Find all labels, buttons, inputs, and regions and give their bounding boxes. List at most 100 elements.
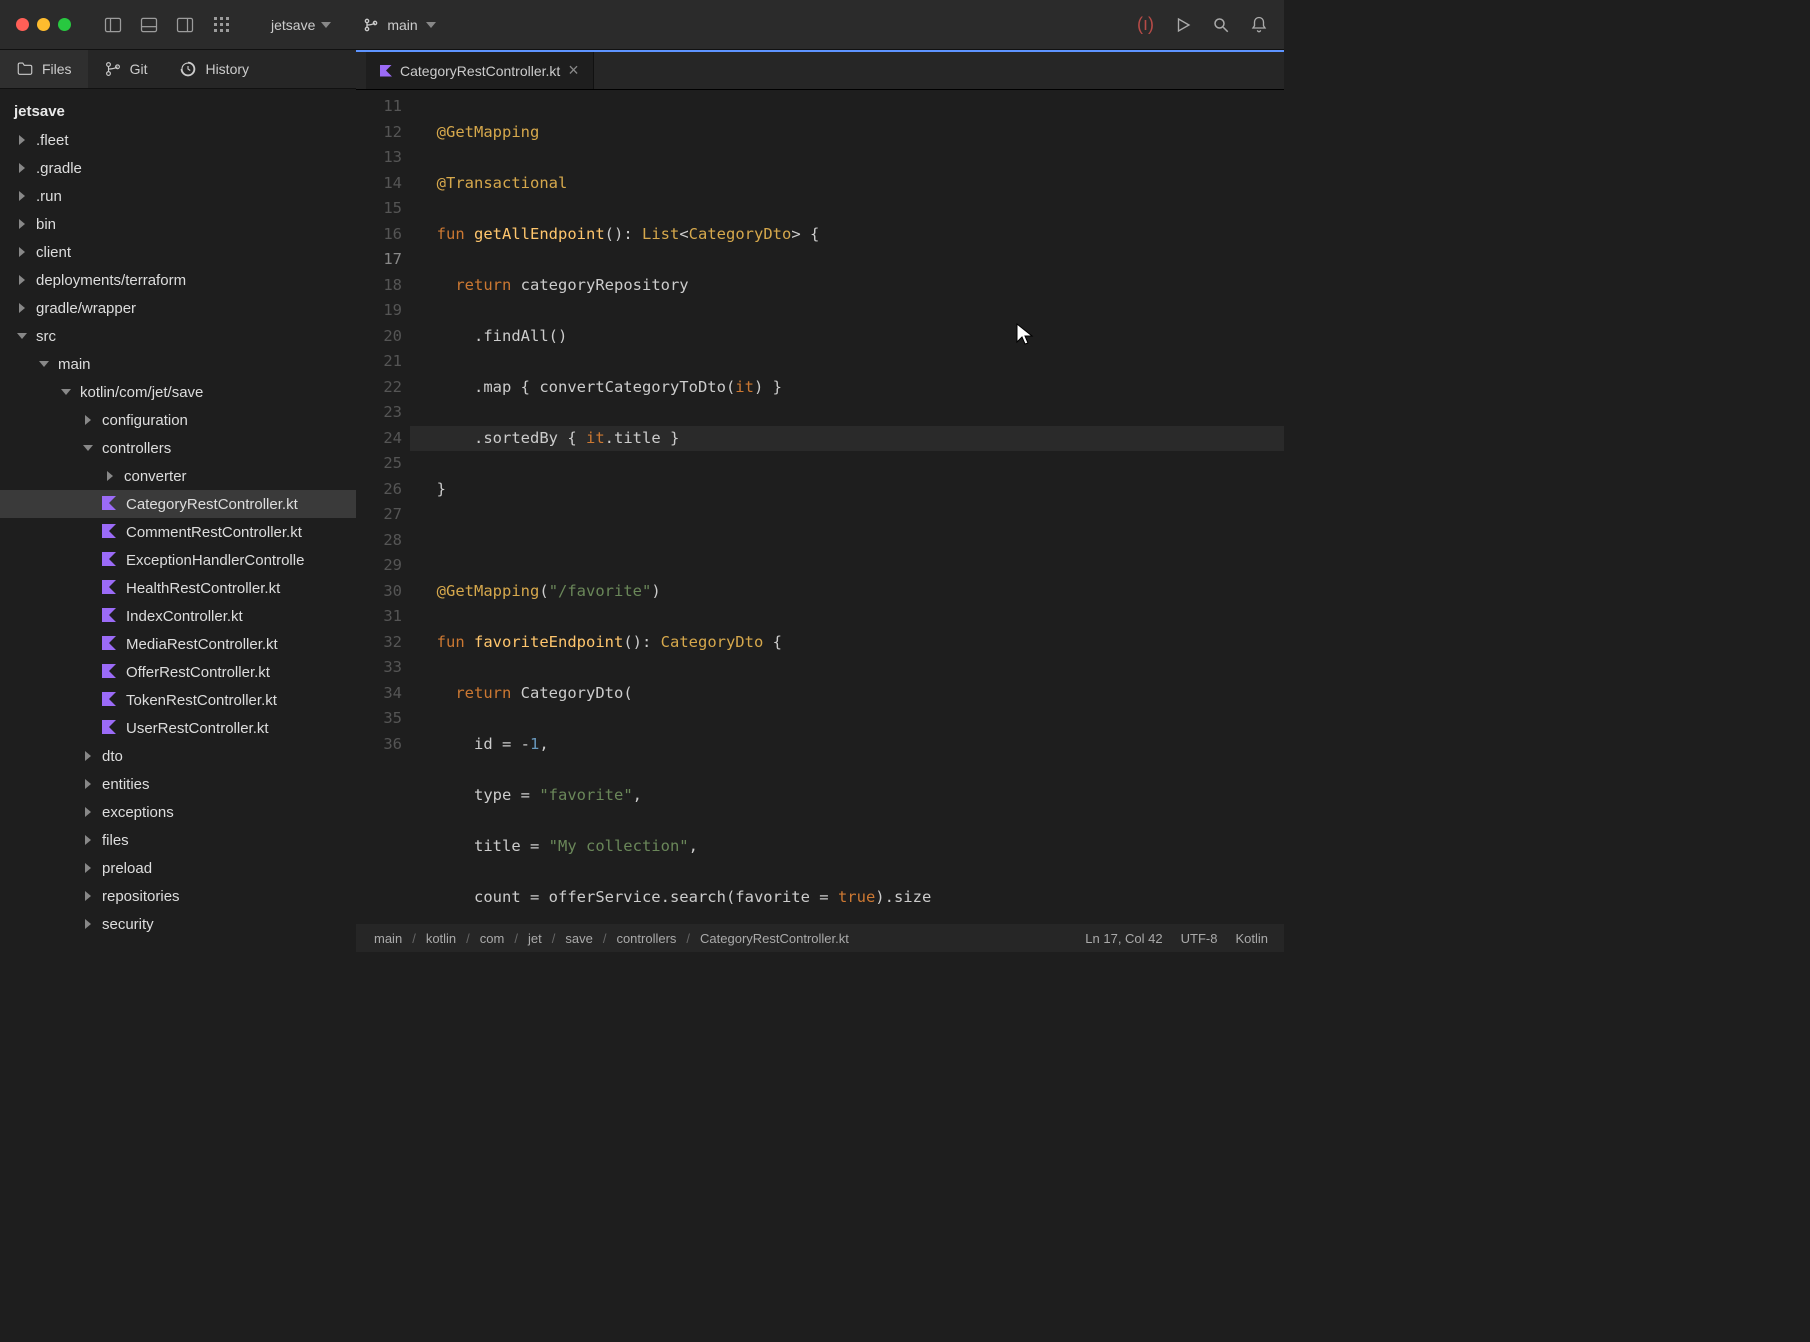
titlebar: jetsave main (ı) [0, 0, 1284, 50]
tree-folder[interactable]: .gradle [0, 154, 356, 182]
tree-folder[interactable]: converter [0, 462, 356, 490]
panel-right-icon[interactable] [175, 15, 195, 35]
close-tab-icon[interactable]: × [568, 60, 579, 81]
panel-bottom-icon[interactable] [139, 15, 159, 35]
panel-tab-history[interactable]: History [163, 50, 265, 88]
chevron-right-icon[interactable] [80, 748, 96, 764]
tree-file[interactable]: TokenRestController.kt [0, 686, 356, 714]
panel-tab-git[interactable]: Git [88, 50, 164, 88]
chevron-right-icon[interactable] [80, 860, 96, 876]
panel-tab-label: Git [130, 61, 148, 77]
chevron-right-icon[interactable] [80, 888, 96, 904]
chevron-right-icon[interactable] [14, 160, 30, 176]
folder-icon [16, 60, 34, 78]
main: Files Git History jetsave .fleet .gradle… [0, 50, 1284, 952]
branch-name: main [387, 17, 417, 33]
tree-folder[interactable]: preload [0, 854, 356, 882]
search-icon[interactable] [1212, 16, 1230, 34]
panel-tabs: Files Git History [0, 50, 356, 89]
branch-dropdown[interactable]: main [363, 17, 435, 33]
chevron-right-icon[interactable] [14, 300, 30, 316]
kotlin-file-icon [102, 636, 118, 652]
tree-folder[interactable]: src [0, 322, 356, 350]
tree-folder[interactable]: main [0, 350, 356, 378]
run-icon[interactable] [1174, 16, 1192, 34]
tree-folder[interactable]: kotlin/com/jet/save [0, 378, 356, 406]
chevron-down-icon[interactable] [58, 384, 74, 400]
tree-folder[interactable]: files [0, 826, 356, 854]
tree-folder[interactable]: repositories [0, 882, 356, 910]
kotlin-file-icon [102, 692, 118, 708]
tree-file[interactable]: HealthRestController.kt [0, 574, 356, 602]
kotlin-file-icon [380, 65, 392, 77]
kotlin-file-icon [102, 664, 118, 680]
tree-folder[interactable]: dto [0, 742, 356, 770]
tree-file[interactable]: ExceptionHandlerControlle [0, 546, 356, 574]
chevron-down-icon[interactable] [14, 328, 30, 344]
kotlin-file-icon [102, 720, 118, 736]
kotlin-file-icon [102, 608, 118, 624]
panel-left-icon[interactable] [103, 15, 123, 35]
tree-folder[interactable]: deployments/terraform [0, 266, 356, 294]
language[interactable]: Kotlin [1235, 931, 1268, 946]
chevron-right-icon[interactable] [80, 832, 96, 848]
chevron-right-icon[interactable] [80, 804, 96, 820]
tree-folder[interactable]: gradle/wrapper [0, 294, 356, 322]
chevron-right-icon[interactable] [14, 188, 30, 204]
tree-root[interactable]: jetsave [0, 97, 356, 126]
bell-icon[interactable] [1250, 16, 1268, 34]
layout-toolbar [103, 15, 231, 35]
chevron-right-icon[interactable] [80, 916, 96, 932]
tree-folder[interactable]: client [0, 238, 356, 266]
project-name: jetsave [271, 17, 315, 33]
titlebar-right-tools: (ı) [1137, 14, 1268, 35]
tree-folder[interactable]: bin [0, 210, 356, 238]
chevron-right-icon[interactable] [14, 272, 30, 288]
kotlin-file-icon [102, 496, 118, 512]
tree-file[interactable]: MediaRestController.kt [0, 630, 356, 658]
tree-folder[interactable]: security [0, 910, 356, 938]
panel-tab-label: Files [42, 61, 72, 77]
breadcrumbs[interactable]: main/ kotlin/ com/ jet/ save/ controller… [372, 931, 851, 946]
chevron-right-icon[interactable] [14, 244, 30, 260]
git-icon [104, 60, 122, 78]
panel-tab-label: History [205, 61, 249, 77]
cursor-position[interactable]: Ln 17, Col 42 [1085, 931, 1162, 946]
tree-folder[interactable]: exceptions [0, 798, 356, 826]
chevron-right-icon[interactable] [14, 132, 30, 148]
encoding[interactable]: UTF-8 [1181, 931, 1218, 946]
project-dropdown[interactable]: jetsave [263, 13, 339, 37]
tree-folder[interactable]: controllers [0, 434, 356, 462]
kotlin-file-icon [102, 552, 118, 568]
close-window[interactable] [16, 18, 29, 31]
tree-file[interactable]: UserRestController.kt [0, 714, 356, 742]
code-editor[interactable]: 1112131415161718192021222324252627282930… [356, 90, 1284, 924]
tree-file[interactable]: OfferRestController.kt [0, 658, 356, 686]
tree-file[interactable]: IndexController.kt [0, 602, 356, 630]
file-tree[interactable]: jetsave .fleet .gradle .run bin client d… [0, 89, 356, 952]
history-icon [179, 60, 197, 78]
grip-icon[interactable] [211, 15, 231, 35]
tree-folder[interactable]: entities [0, 770, 356, 798]
chevron-right-icon[interactable] [102, 468, 118, 484]
chevron-down-icon[interactable] [36, 356, 52, 372]
tree-folder[interactable]: configuration [0, 406, 356, 434]
panel-tab-files[interactable]: Files [0, 50, 88, 88]
file-tabs: CategoryRestController.kt × [356, 50, 1284, 90]
tree-folder[interactable]: .fleet [0, 126, 356, 154]
tree-file[interactable]: CategoryRestController.kt [0, 490, 356, 518]
code-content[interactable]: @GetMapping @Transactional fun getAllEnd… [410, 90, 1284, 924]
branch-icon [363, 17, 379, 33]
statusbar: main/ kotlin/ com/ jet/ save/ controller… [356, 924, 1284, 952]
broadcast-icon[interactable]: (ı) [1137, 14, 1154, 35]
chevron-right-icon[interactable] [14, 216, 30, 232]
chevron-down-icon [321, 22, 331, 28]
tree-file[interactable]: CommentRestController.kt [0, 518, 356, 546]
file-tab[interactable]: CategoryRestController.kt × [366, 52, 594, 89]
maximize-window[interactable] [58, 18, 71, 31]
chevron-down-icon[interactable] [80, 440, 96, 456]
tree-folder[interactable]: .run [0, 182, 356, 210]
minimize-window[interactable] [37, 18, 50, 31]
chevron-right-icon[interactable] [80, 776, 96, 792]
chevron-right-icon[interactable] [80, 412, 96, 428]
